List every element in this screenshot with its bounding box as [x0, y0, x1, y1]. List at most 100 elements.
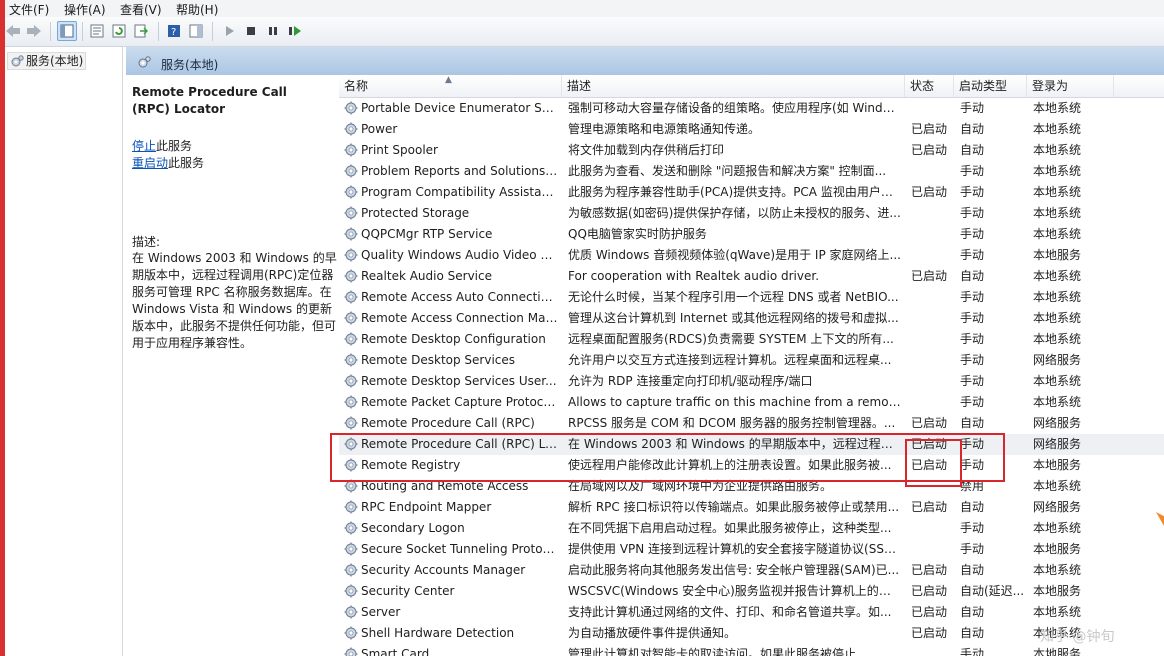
service-row[interactable]: RPC Endpoint Mapper 解析 RPC 接口标识符以传输端点。如果此… — [339, 497, 1164, 518]
service-row[interactable]: Print Spooler 将文件加载到内存供稍后打印 已启动 自动 本地系统 — [339, 140, 1164, 161]
service-status — [911, 371, 957, 392]
service-gear-icon — [344, 101, 358, 115]
help-icon[interactable]: ? — [165, 22, 183, 40]
service-logon-as: 本地系统 — [1033, 332, 1082, 346]
service-gear-icon — [344, 248, 358, 262]
service-startup-type: 手动 — [960, 542, 985, 556]
service-row[interactable]: Remote Procedure Call (RPC) RPCSS 服务是 COM… — [339, 413, 1164, 434]
service-name: Portable Device Enumerator Ser... — [361, 101, 559, 115]
service-name: Security Accounts Manager — [361, 563, 526, 577]
pause-service-icon[interactable] — [264, 22, 282, 40]
service-description: 允许为 RDP 连接重定向打印机/驱动程序/端口 — [568, 374, 813, 388]
service-gear-icon — [344, 290, 358, 304]
service-logon-as: 本地系统 — [1033, 605, 1082, 619]
service-status: 已启动 — [911, 437, 948, 451]
service-logon-as: 本地系统 — [1033, 206, 1082, 220]
service-logon-as: 本地系统 — [1033, 101, 1082, 115]
service-status: 已启动 — [911, 605, 948, 619]
service-name: Remote Desktop Configuration — [361, 332, 546, 346]
service-status: 已启动 — [911, 185, 948, 199]
service-gear-icon — [344, 227, 358, 241]
service-row[interactable]: Program Compatibility Assistant ... 此服务为程… — [339, 182, 1164, 203]
service-gear-icon — [344, 584, 358, 598]
service-row[interactable]: Secure Socket Tunneling Protoc... 提供使用 VP… — [339, 539, 1164, 560]
menu-view[interactable]: 查看(V) — [120, 1, 162, 18]
back-icon[interactable] — [4, 22, 22, 40]
stop-action: 停止此服务 — [132, 137, 192, 154]
service-row[interactable]: Protected Storage 为敏感数据(如密码)提供保护存储，以防止未授权… — [339, 203, 1164, 224]
service-description: 为敏感数据(如密码)提供保护存储，以防止未授权的服务、进... — [568, 206, 901, 220]
menu-file[interactable]: 文件(F) — [9, 1, 49, 18]
service-gear-icon — [344, 500, 358, 514]
service-row[interactable]: Security Accounts Manager 启动此服务将向其他服务发出信号… — [339, 560, 1164, 581]
service-status — [911, 245, 957, 266]
service-startup-type: 手动 — [960, 248, 985, 262]
service-startup-type: 自动(延迟... — [960, 584, 1025, 598]
export-list-icon[interactable] — [132, 22, 150, 40]
service-name: Problem Reports and Solutions ... — [361, 164, 559, 178]
service-logon-as: 本地系统 — [1033, 521, 1082, 535]
column-header-logon[interactable]: 登录为 — [1027, 75, 1114, 97]
service-row[interactable]: QQPCMgr RTP Service QQ电脑管家实时防护服务 手动 本地系统 — [339, 224, 1164, 245]
service-row[interactable]: Remote Procedure Call (RPC) Lo... 在 Windo… — [339, 434, 1164, 455]
service-startup-type: 手动 — [960, 290, 985, 304]
service-description: 管理电源策略和电源策略通知传递。 — [568, 122, 761, 136]
service-status: 已启动 — [911, 143, 948, 157]
service-row[interactable]: Remote Access Auto Connection... 无论什么时候，当… — [339, 287, 1164, 308]
menu-help[interactable]: 帮助(H) — [176, 1, 218, 18]
service-row[interactable]: Remote Packet Capture Protocol... Allows … — [339, 392, 1164, 413]
menu-action[interactable]: 操作(A) — [64, 1, 106, 18]
service-name: Remote Registry — [361, 458, 461, 472]
service-startup-type: 手动 — [960, 101, 985, 115]
forward-icon[interactable] — [25, 22, 43, 40]
show-hide-console-tree-icon[interactable] — [57, 21, 77, 41]
service-description: 使远程用户能修改此计算机上的注册表设置。如果此服务被... — [568, 458, 892, 472]
service-startup-type: 手动 — [960, 458, 985, 472]
column-header-startup-type[interactable]: 启动类型 — [954, 75, 1027, 97]
restart-service-icon[interactable] — [286, 22, 304, 40]
service-row[interactable]: Security Center WSCSVC(Windows 安全中心)服务监视并… — [339, 581, 1164, 602]
service-startup-type: 手动 — [960, 374, 985, 388]
service-description: QQ电脑管家实时防护服务 — [568, 227, 707, 241]
service-row[interactable]: Power 管理电源策略和电源策略通知传递。 已启动 自动 本地系统 — [339, 119, 1164, 140]
start-service-icon[interactable] — [220, 22, 238, 40]
service-name: Print Spooler — [361, 143, 438, 157]
service-name: Program Compatibility Assistant ... — [361, 185, 559, 199]
service-name: Realtek Audio Service — [361, 269, 492, 283]
service-startup-type: 自动 — [960, 416, 985, 430]
service-row[interactable]: Remote Access Connection Man... 管理从这台计算机到… — [339, 308, 1164, 329]
service-row[interactable]: Quality Windows Audio Video Ex... 优质 Wind… — [339, 245, 1164, 266]
properties-icon[interactable] — [88, 22, 106, 40]
service-logon-as: 网络服务 — [1033, 500, 1082, 514]
service-row[interactable]: Server 支持此计算机通过网络的文件、打印、和命名管道共享。如... 已启动 自动… — [339, 602, 1164, 623]
stop-service-link[interactable]: 停止 — [132, 139, 156, 153]
column-header-status[interactable]: 状态 — [905, 75, 954, 97]
restart-action: 重启动此服务 — [132, 154, 204, 171]
service-row[interactable]: Remote Registry 使远程用户能修改此计算机上的注册表设置。如果此服务… — [339, 455, 1164, 476]
restart-service-link[interactable]: 重启动 — [132, 156, 168, 170]
service-row[interactable]: Remote Desktop Services User... 允许为 RDP 连… — [339, 371, 1164, 392]
service-status: 已启动 — [911, 563, 948, 577]
service-description: 解析 RPC 接口标识符以传输端点。如果此服务被停止或禁用... — [568, 500, 900, 514]
service-logon-as: 本地服务 — [1033, 248, 1082, 262]
service-description: 启动此服务将向其他服务发出信号: 安全帐户管理器(SAM)已... — [568, 563, 900, 577]
service-row[interactable]: Secondary Logon 在不同凭据下启用启动过程。如果此服务被停止，这种类… — [339, 518, 1164, 539]
service-row[interactable]: Remote Desktop Configuration 远程桌面配置服务(RDC… — [339, 329, 1164, 350]
column-header-name[interactable]: 名称 ▲ — [339, 75, 562, 97]
service-row[interactable]: Realtek Audio Service For cooperation wit… — [339, 266, 1164, 287]
service-gear-icon — [344, 353, 358, 367]
service-row[interactable]: Problem Reports and Solutions ... 此服务为查看、… — [339, 161, 1164, 182]
service-row[interactable]: Portable Device Enumerator Ser... 强制可移动大容… — [339, 98, 1164, 119]
column-header-description[interactable]: 描述 — [562, 75, 905, 97]
service-status — [911, 161, 957, 182]
tree-node-services-local[interactable]: 服务(本地) — [7, 52, 87, 70]
service-description: 管理此计算机对智能卡的取读访问。如果此服务被停止... — [568, 647, 868, 656]
service-row[interactable]: Routing and Remote Access 在局域网以及广域网环境中为企业… — [339, 476, 1164, 497]
refresh-icon[interactable] — [110, 22, 128, 40]
panel-header: 服务(本地) — [126, 47, 1164, 75]
stop-service-icon[interactable] — [242, 22, 260, 40]
action-pane-icon[interactable] — [187, 22, 205, 40]
service-startup-type: 自动 — [960, 269, 985, 283]
service-row[interactable]: Remote Desktop Services 允许用户以交互方式连接到远程计算机… — [339, 350, 1164, 371]
services-panel: 服务(本地) Remote Procedure Call (RPC) Locat… — [126, 47, 1164, 656]
